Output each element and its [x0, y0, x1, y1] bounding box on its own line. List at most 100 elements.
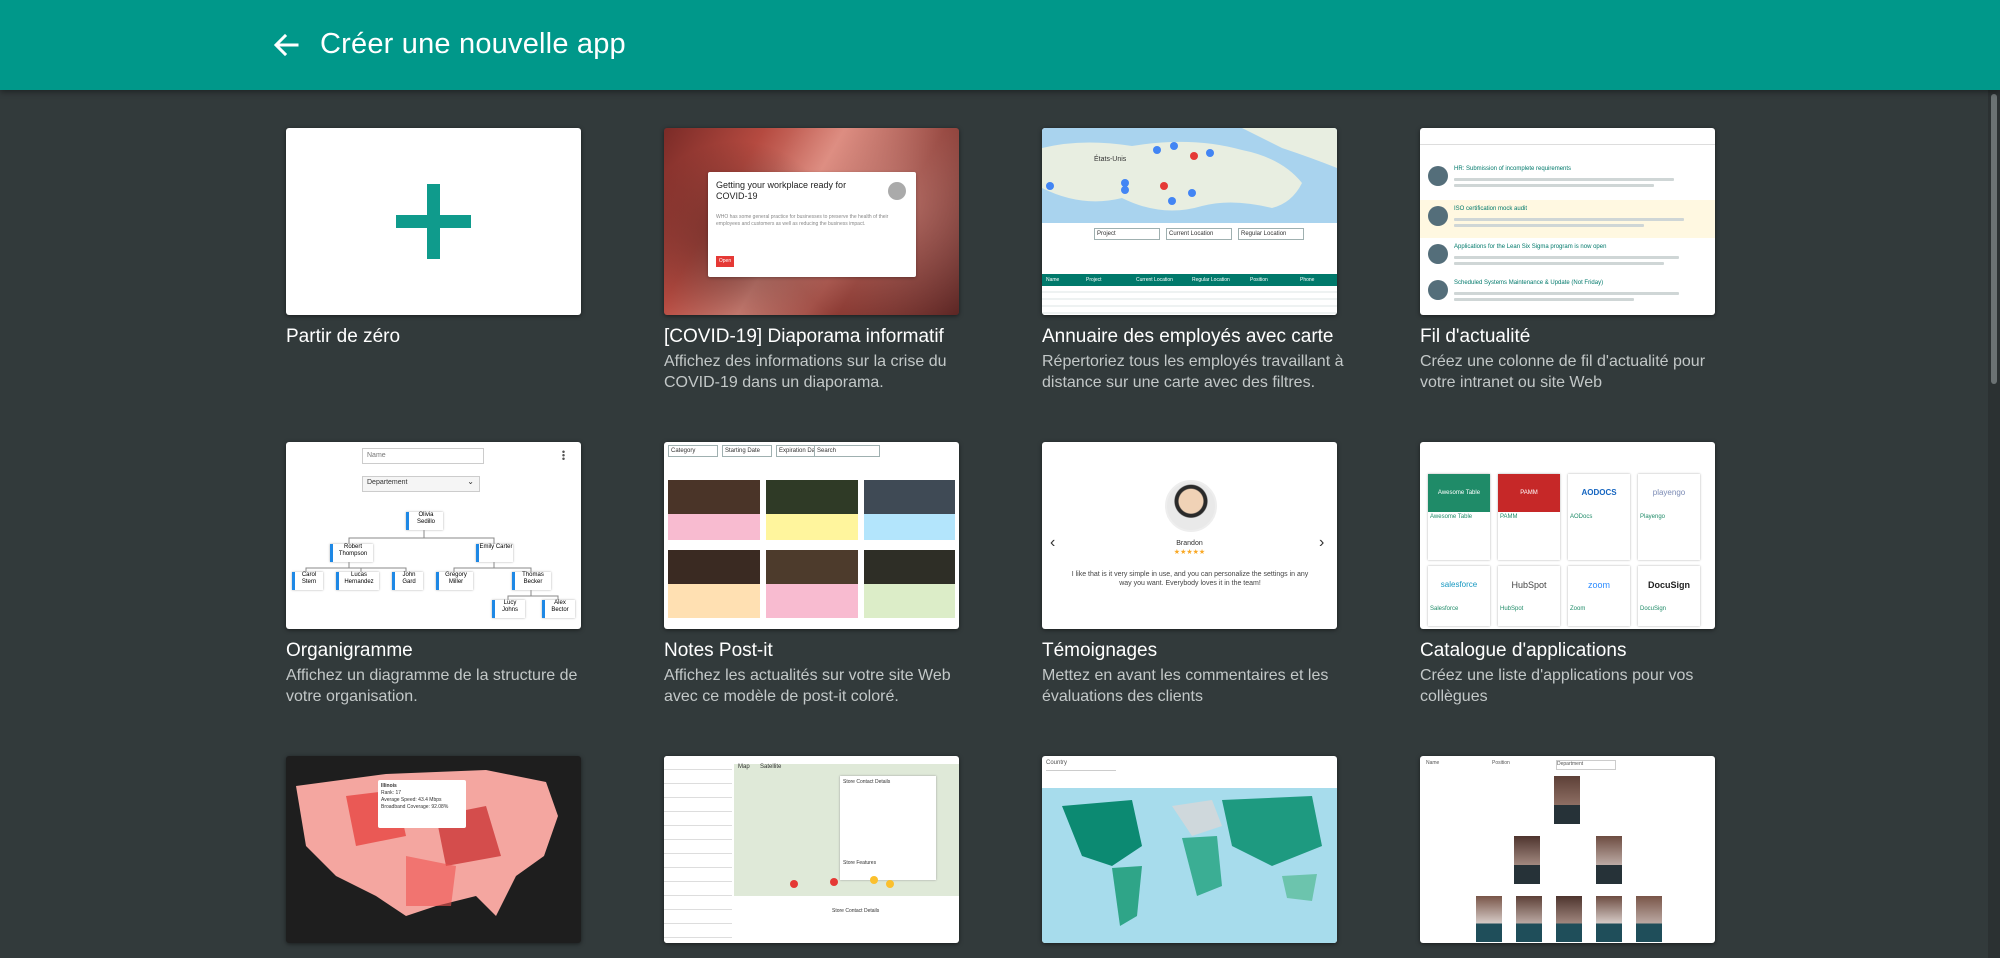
document-icon	[888, 182, 906, 200]
template-title: Notes Post-it	[664, 640, 773, 661]
template-thumbnail[interactable]: États-Unis Project Current Location Regu…	[1042, 128, 1337, 315]
postit-note	[668, 480, 760, 514]
testimonial-name: Brandon	[1176, 540, 1203, 547]
news-avatar-icon	[1428, 166, 1448, 186]
page-title: Créer une nouvelle app	[320, 28, 626, 60]
news-item: Applications for the Lean Six Sigma prog…	[1420, 238, 1715, 276]
template-thumbnail[interactable]: Illinois Rank: 17 Average Speed: 43.4 Mb…	[286, 756, 581, 943]
postit-filters: Category Starting Date Expiration Date S…	[664, 442, 959, 460]
org-node: Lucas Hernandez	[336, 572, 379, 590]
news-toolbar	[1420, 128, 1715, 145]
template-thumbnail[interactable]: Map Satellite Store Contact Details Stor…	[664, 756, 959, 943]
app-tile: DocuSign DocuSign	[1638, 566, 1700, 626]
app-tile: salesforce Salesforce	[1428, 566, 1490, 626]
org-node: Emily Carter	[476, 544, 513, 562]
template-title: [COVID-19] Diaporama informatif	[664, 326, 944, 347]
avatar	[1165, 480, 1217, 532]
filter-current-location: Current Location	[1166, 228, 1232, 240]
template-description: Répertoriez tous les employés travaillan…	[1042, 353, 1344, 391]
template-title: Partir de zéro	[286, 326, 401, 347]
org-photo-node	[1514, 836, 1540, 884]
news-item: HR: Submission of incomplete requirement…	[1420, 162, 1715, 200]
table-rows	[1042, 286, 1337, 315]
map-marker-icon	[790, 876, 894, 888]
postit-note	[766, 480, 858, 514]
app-tile: zoom Zoom	[1568, 566, 1630, 626]
world-choropleth	[1042, 788, 1337, 943]
template-description: Affichez les actualités sur votre site W…	[664, 667, 951, 705]
postit-note	[668, 550, 760, 584]
slide-card-text: WHO has some general practice for busine…	[716, 214, 889, 227]
template-description: Créez une colonne de fil d'actualité pou…	[1420, 353, 1706, 391]
store-table-title: Store Contact Details	[832, 908, 880, 914]
template-title: Organigramme	[286, 640, 413, 661]
template-thumbnail[interactable]: Getting your workplace ready for COVID-1…	[664, 128, 959, 315]
template-thumbnail[interactable]: Name Position Department	[1420, 756, 1715, 943]
org-photo-node	[1516, 896, 1542, 942]
template-title: Catalogue d'applications	[1420, 640, 1627, 661]
star-rating: ★★★★★	[1173, 549, 1206, 556]
template-description: Affichez des informations sur la crise d…	[664, 353, 947, 391]
scrollbar-thumb[interactable]	[1991, 94, 1997, 384]
globe-icon	[1428, 206, 1448, 226]
postit-note	[864, 480, 955, 514]
template-thumbnail[interactable]: Awesome Table Awesome Table PAMM PAMM AO…	[1420, 442, 1715, 629]
store-map: Map Satellite Store Contact Details Stor…	[734, 764, 959, 896]
postit-note	[766, 584, 858, 618]
map-marker-icon	[1046, 142, 1214, 205]
org-node: Olivia Sedillo	[406, 512, 443, 530]
slide-card: Getting your workplace ready for COVID-1…	[708, 172, 916, 277]
template-title: Fil d'actualité	[1420, 326, 1531, 347]
template-thumbnail[interactable]: Brandon ★★★★★ I like that is it very sim…	[1042, 442, 1337, 629]
map-area: États-Unis	[1042, 128, 1337, 223]
org-photo-node	[1556, 896, 1582, 942]
org-node: Gregory Miller	[436, 572, 473, 590]
filter-row: Project Current Location Regular Locatio…	[1042, 224, 1337, 274]
chevron-left-icon: ‹	[1050, 534, 1056, 551]
template-thumbnail[interactable]: Country	[1042, 756, 1337, 943]
template-thumbnail[interactable]: Name Departement ⌄ Olivia Sedillo Robert…	[286, 442, 581, 629]
app-tile: Awesome Table Awesome Table	[1428, 474, 1490, 560]
filter-regular-location: Regular Location	[1238, 228, 1304, 240]
table-header: Name Project Current Location Regular Lo…	[1042, 274, 1337, 286]
org-photo-node	[1554, 776, 1580, 824]
postit-note	[864, 550, 955, 584]
org-node: Thomas Becker	[512, 572, 551, 590]
back-button[interactable]	[264, 25, 308, 65]
slide-card-title: Getting your workplace ready for COVID-1…	[716, 180, 847, 201]
org-node: Carol Stern	[292, 572, 323, 590]
news-item: ISO certification mock audit	[1420, 200, 1715, 238]
map-tooltip: Illinois Rank: 17 Average Speed: 43.4 Mb…	[378, 780, 466, 828]
template-thumbnail[interactable]: HR: Submission of incomplete requirement…	[1420, 128, 1715, 315]
app-tile: HubSpot HubSpot	[1498, 566, 1560, 626]
org2-filter: Name	[1426, 760, 1440, 766]
plus-icon	[396, 184, 471, 259]
app-tile: playengo Playengo	[1638, 474, 1700, 560]
template-thumbnail[interactable]	[286, 128, 581, 315]
slide-open-button: Open	[716, 256, 734, 267]
template-description: Affichez un diagramme de la structure de…	[286, 667, 578, 705]
template-thumbnail[interactable]: Category Starting Date Expiration Date S…	[664, 442, 959, 629]
store-sidebar	[664, 756, 732, 943]
postit-note	[864, 584, 955, 618]
page-scrollbar[interactable]	[1988, 90, 2000, 958]
org-node: Robert Thompson	[330, 544, 373, 562]
postit-note	[766, 514, 858, 540]
org-photo-node	[1596, 896, 1622, 942]
org2-filter: Department	[1556, 760, 1616, 770]
app-tile: AODOCS AODocs	[1568, 474, 1630, 560]
template-description: Mettez en avant les commentaires et les …	[1042, 667, 1329, 705]
org-photo-node	[1596, 836, 1622, 884]
org2-filter: Position	[1492, 760, 1510, 766]
testimonial-quote: I like that is it very simple in use, an…	[1071, 571, 1309, 587]
app-tile: PAMM PAMM	[1498, 474, 1560, 560]
org-node: Alex Bector	[542, 600, 575, 618]
org-node: John Gard	[392, 572, 423, 590]
news-item: Scheduled Systems Maintenance & Update (…	[1420, 274, 1715, 312]
arrow-back-icon	[273, 33, 299, 57]
postit-note	[668, 514, 760, 540]
maintenance-icon	[1428, 280, 1448, 300]
app-bar: Créer une nouvelle app	[0, 0, 2000, 90]
filter-project: Project	[1094, 228, 1160, 240]
template-title: Témoignages	[1042, 640, 1158, 661]
